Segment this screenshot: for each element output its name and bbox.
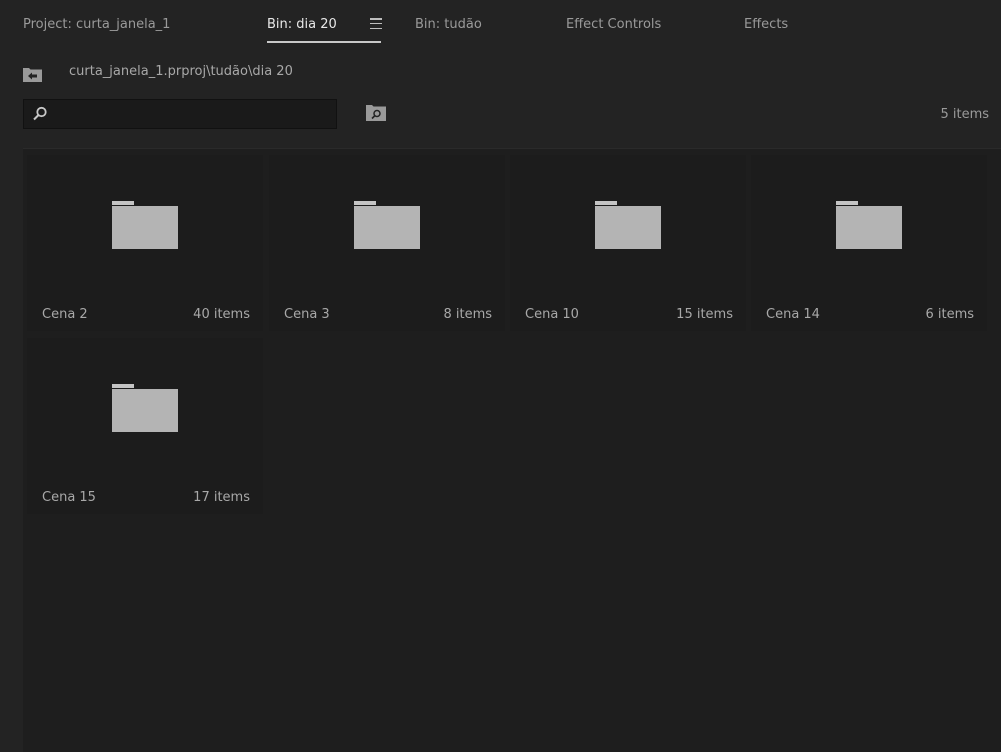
bin-tile[interactable]: Cena 10 15 items — [510, 155, 746, 331]
find-folder-icon[interactable] — [365, 103, 387, 122]
bin-name: Cena 14 — [766, 307, 820, 322]
bin-path: curta_janela_1.prproj\tudão\dia 20 — [69, 64, 293, 79]
bin-name: Cena 15 — [42, 490, 96, 505]
bin-tile[interactable]: Cena 2 40 items — [27, 155, 263, 331]
active-tab-indicator — [267, 41, 381, 43]
folder-up-icon[interactable] — [23, 66, 42, 82]
bin-icon-grid: Cena 2 40 items Cena 3 8 items Cena 10 1… — [23, 148, 1001, 752]
hamburger-menu-icon[interactable] — [370, 18, 382, 30]
bin-name: Cena 2 — [42, 307, 88, 322]
tab-effects[interactable]: Effects — [744, 17, 788, 32]
folder-icon — [834, 195, 904, 251]
folder-icon — [110, 195, 180, 251]
tab-effect-controls[interactable]: Effect Controls — [566, 17, 661, 32]
tab-bin-tudao[interactable]: Bin: tudão — [415, 17, 482, 32]
bin-item-count: 15 items — [676, 307, 733, 322]
bin-item-count: 40 items — [193, 307, 250, 322]
bin-item-count: 17 items — [193, 490, 250, 505]
folder-icon — [352, 195, 422, 251]
bin-item-count: 8 items — [443, 307, 492, 322]
bin-tile[interactable]: Cena 15 17 items — [27, 338, 263, 514]
bin-name: Cena 3 — [284, 307, 330, 322]
folder-icon — [110, 378, 180, 434]
bin-name: Cena 10 — [525, 307, 579, 322]
search-input[interactable] — [54, 103, 336, 127]
bin-item-count: 6 items — [925, 307, 974, 322]
bin-tile[interactable]: Cena 3 8 items — [269, 155, 505, 331]
bin-tile[interactable]: Cena 14 6 items — [751, 155, 987, 331]
tab-project[interactable]: Project: curta_janela_1 — [23, 17, 170, 32]
search-field[interactable] — [23, 99, 337, 129]
tab-bin-dia-20[interactable]: Bin: dia 20 — [267, 17, 337, 32]
item-count: 5 items — [940, 107, 989, 122]
panel-tab-bar: Project: curta_janela_1 Bin: dia 20 Bin:… — [0, 0, 1001, 46]
folder-icon — [593, 195, 663, 251]
magnifier-icon — [32, 106, 48, 122]
